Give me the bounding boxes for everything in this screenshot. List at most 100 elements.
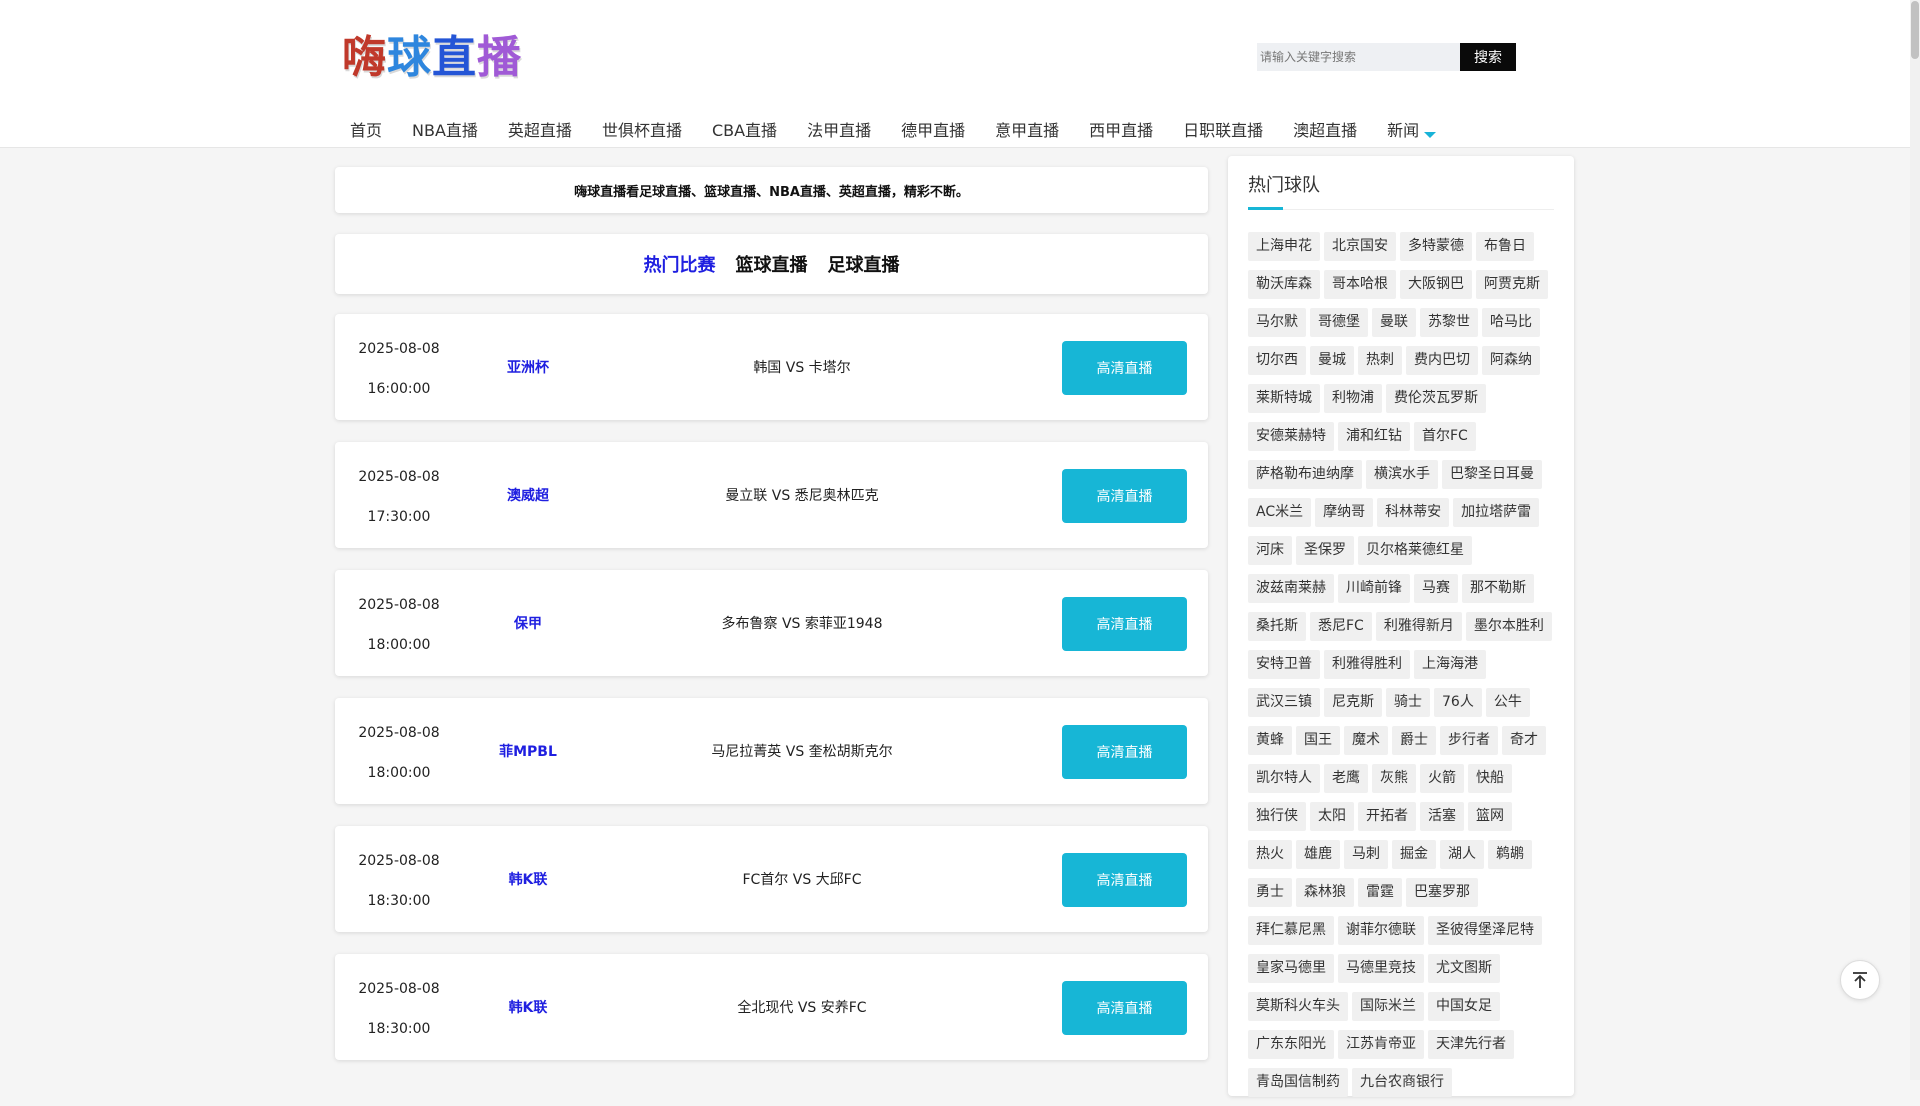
- team-tag[interactable]: 尤文图斯: [1428, 954, 1500, 983]
- team-tag[interactable]: 快船: [1468, 764, 1512, 793]
- team-tag[interactable]: 上海申花: [1248, 232, 1320, 261]
- team-tag[interactable]: 安德莱赫特: [1248, 422, 1334, 451]
- team-tag[interactable]: 掘金: [1392, 840, 1436, 869]
- nav-item-a-league[interactable]: 澳超直播: [1293, 117, 1357, 141]
- team-tag[interactable]: 利雅得胜利: [1324, 650, 1410, 679]
- team-tag[interactable]: 曼联: [1372, 308, 1416, 337]
- watch-live-button[interactable]: 高清直播: [1062, 341, 1187, 395]
- nav-item-ligue1[interactable]: 法甲直播: [807, 117, 871, 141]
- back-to-top-button[interactable]: [1840, 960, 1880, 1000]
- nav-item-club-world-cup[interactable]: 世俱杯直播: [602, 117, 682, 141]
- team-tag[interactable]: 巴黎圣日耳曼: [1442, 460, 1542, 489]
- team-tag[interactable]: 老鹰: [1324, 764, 1368, 793]
- team-tag[interactable]: 切尔西: [1248, 346, 1306, 375]
- scrollbar-thumb[interactable]: [1911, 1, 1919, 59]
- team-tag[interactable]: AC米兰: [1248, 498, 1312, 527]
- team-tag[interactable]: 天津先行者: [1428, 1030, 1514, 1059]
- team-tag[interactable]: 河床: [1248, 536, 1292, 565]
- team-tag[interactable]: 哥本哈根: [1324, 270, 1396, 299]
- team-tag[interactable]: 广东东阳光: [1248, 1030, 1334, 1059]
- tab-football[interactable]: 足球直播: [828, 251, 900, 277]
- team-tag[interactable]: 墨尔本胜利: [1465, 612, 1552, 641]
- match-league[interactable]: 保甲: [463, 613, 593, 633]
- nav-item-bundesliga[interactable]: 德甲直播: [901, 117, 965, 141]
- page-scrollbar[interactable]: [1910, 0, 1920, 1080]
- team-tag[interactable]: 江苏肯帝亚: [1338, 1030, 1424, 1059]
- team-tag[interactable]: 武汉三镇: [1248, 688, 1320, 717]
- team-tag[interactable]: 骑士: [1386, 688, 1430, 717]
- nav-item-serie-a[interactable]: 意甲直播: [995, 117, 1059, 141]
- nav-item-home[interactable]: 首页: [350, 117, 382, 141]
- team-tag[interactable]: 苏黎世: [1420, 308, 1478, 337]
- watch-live-button[interactable]: 高清直播: [1062, 597, 1187, 651]
- team-tag[interactable]: 九台农商银行: [1352, 1068, 1452, 1097]
- team-tag[interactable]: 火箭: [1420, 764, 1464, 793]
- team-tag[interactable]: 哥德堡: [1310, 308, 1368, 337]
- team-tag[interactable]: 活塞: [1420, 802, 1464, 831]
- team-tag[interactable]: 热刺: [1358, 346, 1402, 375]
- match-league[interactable]: 韩K联: [463, 869, 593, 889]
- team-tag[interactable]: 青岛国信制药: [1248, 1068, 1348, 1097]
- team-tag[interactable]: 马德里竞技: [1338, 954, 1424, 983]
- team-tag[interactable]: 利物浦: [1324, 384, 1382, 413]
- team-tag[interactable]: 雷霆: [1358, 878, 1402, 907]
- team-tag[interactable]: 首尔FC: [1414, 422, 1476, 451]
- team-tag[interactable]: 拜仁慕尼黑: [1248, 916, 1334, 945]
- team-tag[interactable]: 桑托斯: [1248, 612, 1306, 641]
- team-tag[interactable]: 川崎前锋: [1338, 574, 1410, 603]
- nav-item-la-liga[interactable]: 西甲直播: [1089, 117, 1153, 141]
- team-tag[interactable]: 费伦茨瓦罗斯: [1386, 384, 1486, 413]
- search-input[interactable]: [1257, 43, 1460, 71]
- team-tag[interactable]: 费内巴切: [1406, 346, 1478, 375]
- team-tag[interactable]: 上海海港: [1414, 650, 1486, 679]
- team-tag[interactable]: 76人: [1434, 688, 1482, 717]
- team-tag[interactable]: 布鲁日: [1476, 232, 1534, 261]
- team-tag[interactable]: 国际米兰: [1352, 992, 1424, 1021]
- watch-live-button[interactable]: 高清直播: [1062, 853, 1187, 907]
- team-tag[interactable]: 浦和红钻: [1338, 422, 1410, 451]
- team-tag[interactable]: 热火: [1248, 840, 1292, 869]
- team-tag[interactable]: 阿贾克斯: [1476, 270, 1548, 299]
- watch-live-button[interactable]: 高清直播: [1062, 725, 1187, 779]
- team-tag[interactable]: 尼克斯: [1324, 688, 1382, 717]
- team-tag[interactable]: 圣保罗: [1296, 536, 1354, 565]
- nav-item-cba[interactable]: CBA直播: [712, 117, 777, 141]
- team-tag[interactable]: 独行侠: [1248, 802, 1306, 831]
- site-logo[interactable]: 嗨 球 直 播: [342, 32, 522, 84]
- team-tag[interactable]: 森林狼: [1296, 878, 1354, 907]
- team-tag[interactable]: 阿森纳: [1482, 346, 1540, 375]
- watch-live-button[interactable]: 高清直播: [1062, 469, 1187, 523]
- tab-basketball[interactable]: 篮球直播: [736, 251, 808, 277]
- match-league[interactable]: 菲MPBL: [463, 741, 593, 761]
- watch-live-button[interactable]: 高清直播: [1062, 981, 1187, 1035]
- team-tag[interactable]: 横滨水手: [1366, 460, 1438, 489]
- team-tag[interactable]: 贝尔格莱德红星: [1358, 536, 1472, 565]
- team-tag[interactable]: 圣彼得堡泽尼特: [1428, 916, 1542, 945]
- team-tag[interactable]: 湖人: [1440, 840, 1484, 869]
- team-tag[interactable]: 黄蜂: [1248, 726, 1292, 755]
- team-tag[interactable]: 那不勒斯: [1462, 574, 1534, 603]
- nav-item-premier-league[interactable]: 英超直播: [508, 117, 572, 141]
- team-tag[interactable]: 波兹南莱赫: [1248, 574, 1334, 603]
- team-tag[interactable]: 勇士: [1248, 878, 1292, 907]
- team-tag[interactable]: 巴塞罗那: [1406, 878, 1478, 907]
- team-tag[interactable]: 悉尼FC: [1310, 612, 1372, 641]
- team-tag[interactable]: 国王: [1296, 726, 1340, 755]
- team-tag[interactable]: 步行者: [1440, 726, 1498, 755]
- team-tag[interactable]: 大阪钢巴: [1400, 270, 1472, 299]
- team-tag[interactable]: 雄鹿: [1296, 840, 1340, 869]
- team-tag[interactable]: 北京国安: [1324, 232, 1396, 261]
- team-tag[interactable]: 公牛: [1485, 688, 1530, 717]
- match-league[interactable]: 亚洲杯: [463, 357, 593, 377]
- team-tag[interactable]: 爵士: [1392, 726, 1436, 755]
- team-tag[interactable]: 篮网: [1468, 802, 1512, 831]
- team-tag[interactable]: 利雅得新月: [1375, 612, 1462, 641]
- team-tag[interactable]: 谢菲尔德联: [1338, 916, 1424, 945]
- team-tag[interactable]: 凯尔特人: [1248, 764, 1320, 793]
- team-tag[interactable]: 摩纳哥: [1315, 498, 1374, 527]
- nav-item-news[interactable]: 新闻: [1387, 117, 1437, 141]
- team-tag[interactable]: 哈马比: [1482, 308, 1540, 337]
- team-tag[interactable]: 马刺: [1344, 840, 1388, 869]
- team-tag[interactable]: 科林蒂安: [1377, 498, 1450, 527]
- tab-hot-matches[interactable]: 热门比赛: [644, 251, 716, 277]
